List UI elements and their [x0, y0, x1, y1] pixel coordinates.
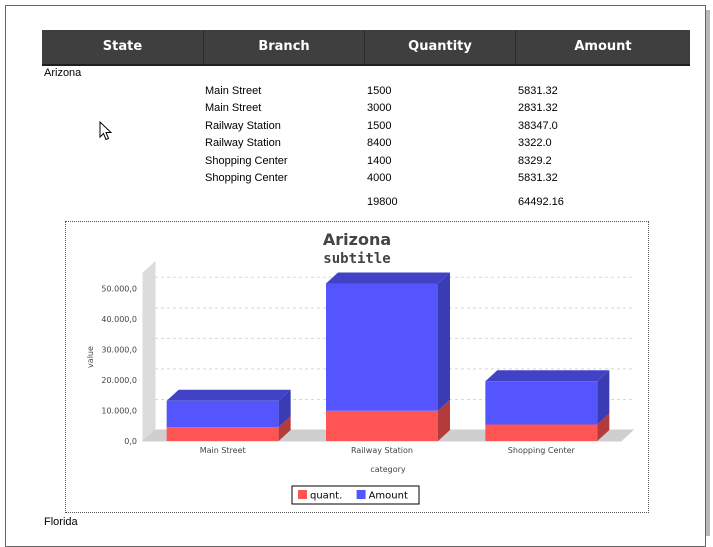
- amount-cell: 3322.0: [518, 137, 552, 149]
- state-label-arizona: Arizona: [44, 67, 82, 79]
- y-tick-label: 10.000,0: [101, 406, 137, 415]
- x-tick-label: Railway Station: [351, 446, 413, 455]
- bar-segment-amount: [166, 400, 279, 428]
- branch-cell: Railway Station: [205, 137, 281, 149]
- amount-cell: 2831.32: [518, 102, 558, 114]
- legend-swatch: [356, 490, 366, 499]
- y-tick-label: 0,0: [124, 437, 137, 446]
- bar-segment-amount: [485, 381, 598, 425]
- mouse-cursor-icon: [99, 121, 113, 141]
- x-tick-label: Shopping Center: [508, 446, 576, 455]
- branch-cell: Shopping Center: [205, 172, 288, 184]
- amount-cell: 5831.32: [518, 172, 558, 184]
- bar-segment-amount: [326, 283, 438, 411]
- header-quantity: Quantity: [408, 39, 472, 54]
- quantity-cell: 8400: [367, 137, 392, 149]
- bar-top-face: [326, 272, 450, 284]
- y-tick-label: 20.000,0: [101, 376, 137, 385]
- y-tick-label: 50.000,0: [101, 284, 137, 293]
- branch-cell: Main Street: [205, 85, 262, 97]
- y-axis-label: value: [86, 346, 95, 368]
- legend-label: Amount: [369, 491, 408, 502]
- header-branch: Branch: [258, 39, 310, 54]
- amount-cell: 8329.2: [518, 155, 552, 167]
- table-header: State Branch Quantity Amount: [42, 30, 690, 64]
- amount-cell: 38347.0: [518, 120, 558, 132]
- quantity-cell: 1400: [367, 155, 392, 167]
- branch-cell: Shopping Center: [205, 155, 288, 167]
- bar-top-face: [166, 389, 291, 401]
- bar-chart: 0,0 10.000,0 20.000,0 30.000,0 40.000,0 50.00…: [86, 260, 635, 505]
- bar-segment-quant: [326, 410, 438, 441]
- total-quantity: 19800: [367, 196, 398, 208]
- state-label-florida: Florida: [44, 516, 78, 528]
- legend-label: quant.: [310, 491, 342, 502]
- page-shadow: [706, 10, 710, 536]
- y-tick-label: 30.000,0: [101, 345, 137, 354]
- header-amount: Amount: [574, 39, 632, 54]
- header-state: State: [102, 39, 143, 54]
- x-axis-label: category: [370, 465, 406, 474]
- bar-side-face: [438, 272, 450, 411]
- quantity-cell: 1500: [367, 85, 392, 97]
- amount-cell: 5831.32: [518, 85, 558, 97]
- bar-top-face: [485, 370, 610, 382]
- total-amount: 64492.16: [518, 196, 564, 208]
- quantity-cell: 4000: [367, 172, 392, 184]
- header-underline: [42, 64, 690, 66]
- bar-segment-quant: [166, 427, 279, 441]
- branch-cell: Main Street: [205, 102, 262, 114]
- legend-swatch: [298, 490, 307, 499]
- x-tick-label: Main Street: [200, 446, 246, 455]
- quantity-cell: 1500: [367, 120, 392, 132]
- bar-segment-quant: [485, 424, 598, 441]
- branch-cell: Railway Station: [205, 120, 281, 132]
- chart-side-wall: [142, 260, 156, 443]
- y-tick-label: 40.000,0: [101, 315, 137, 324]
- quantity-cell: 3000: [367, 102, 392, 114]
- chart-container: Arizona subtitle 0,0 10.000,0 20.000,0 30.0…: [65, 221, 649, 513]
